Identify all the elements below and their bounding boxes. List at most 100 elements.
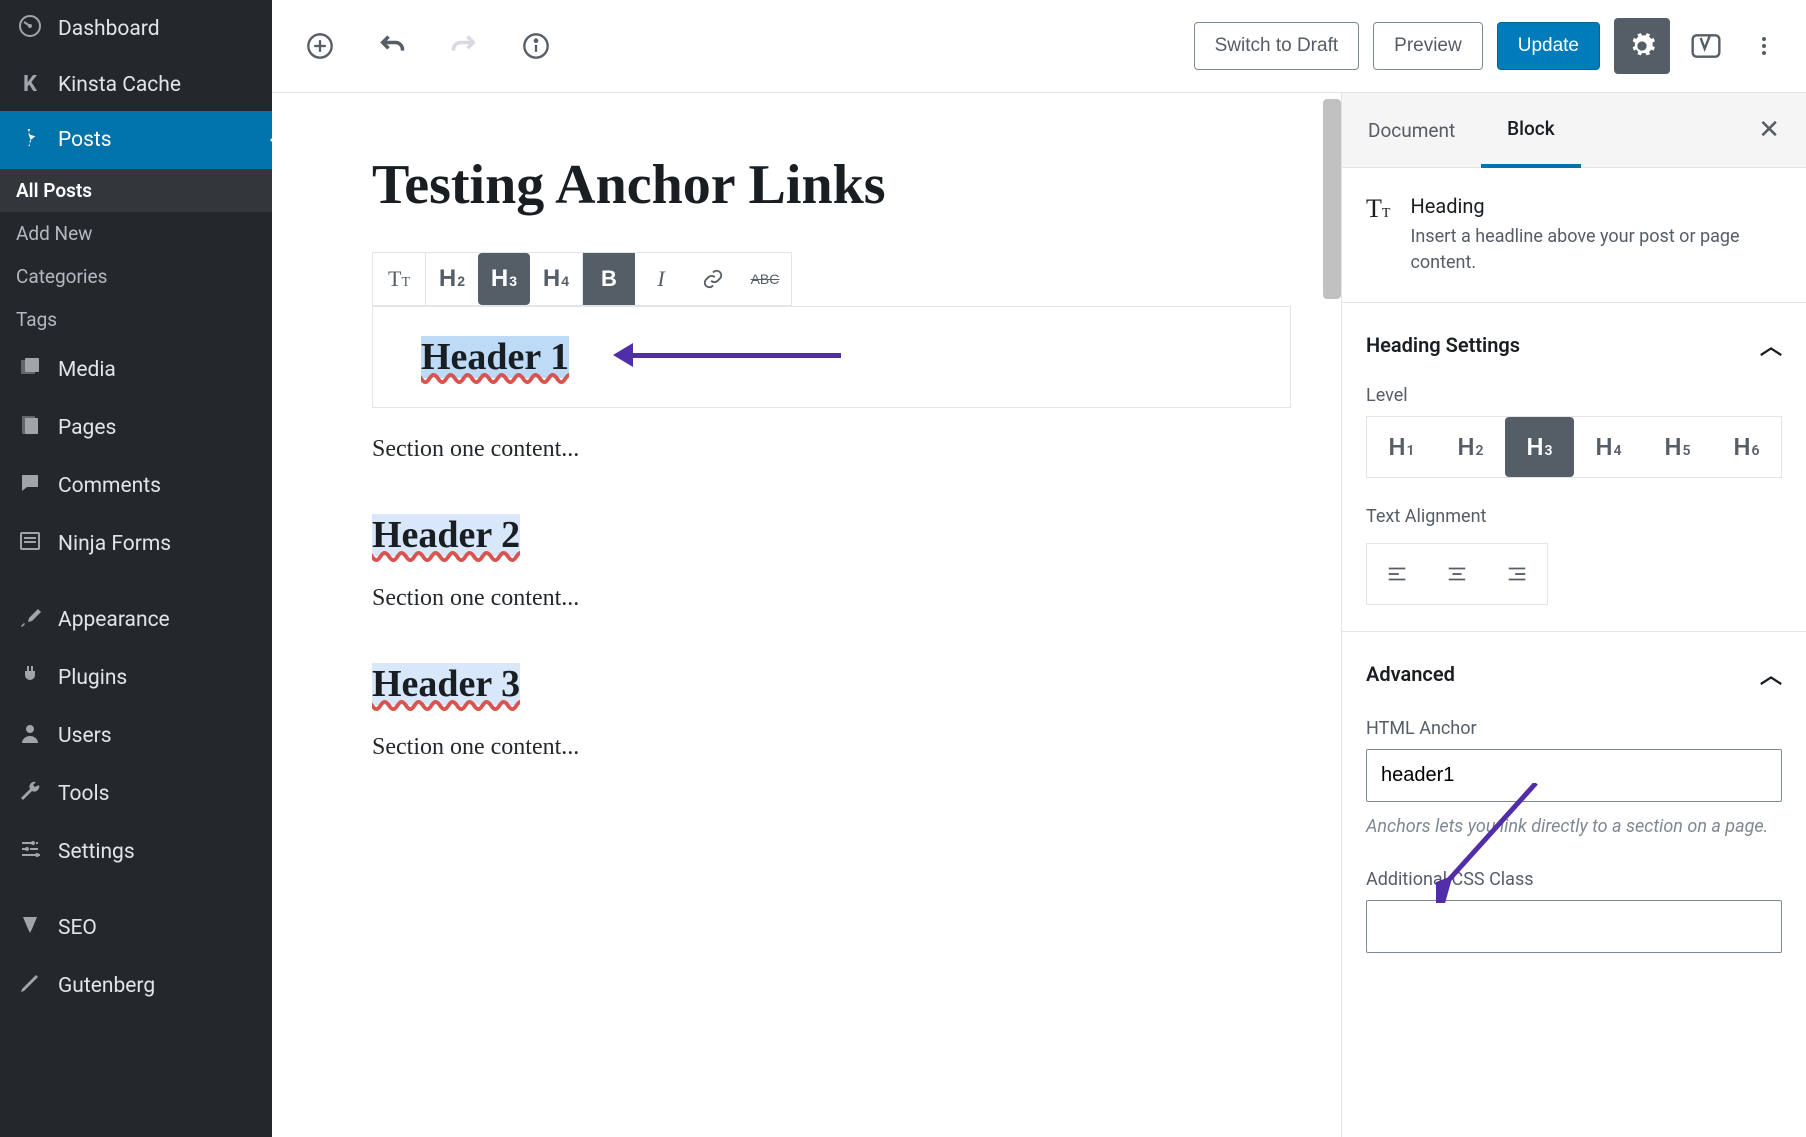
- pin-icon: [16, 125, 44, 155]
- chevron-up-icon[interactable]: ︿: [1760, 329, 1782, 361]
- yoast-sidebar-icon: [16, 913, 44, 943]
- switch-draft-button[interactable]: Switch to Draft: [1194, 22, 1360, 70]
- level-h1[interactable]: H1: [1367, 417, 1436, 477]
- menu-label: Comments: [58, 474, 161, 498]
- menu-label: Dashboard: [58, 17, 160, 41]
- italic-button[interactable]: I: [635, 253, 687, 305]
- menu-label: Media: [58, 358, 116, 382]
- annotation-arrow-1: [613, 343, 841, 367]
- heading-block-icon: TT: [1366, 194, 1390, 224]
- paragraph-block[interactable]: Section one content...: [372, 436, 1291, 463]
- level-h3[interactable]: H3: [1505, 417, 1574, 477]
- menu-label: Tools: [58, 782, 109, 806]
- tab-block[interactable]: Block: [1481, 93, 1580, 168]
- level-h2-button[interactable]: H2: [426, 253, 478, 305]
- form-icon: [16, 529, 44, 559]
- css-class-input[interactable]: [1366, 900, 1782, 953]
- submenu-all-posts[interactable]: All Posts: [0, 169, 272, 212]
- yoast-button[interactable]: [1684, 24, 1728, 68]
- alignment-buttons: [1366, 543, 1548, 605]
- menu-users[interactable]: Users: [0, 707, 272, 765]
- level-h4-button[interactable]: H4: [530, 253, 582, 305]
- sliders-icon: [16, 837, 44, 867]
- update-button[interactable]: Update: [1497, 22, 1600, 70]
- editor-canvas: Testing Anchor Links TT H2 H3 H4 B I ABC: [272, 93, 1341, 1137]
- add-block-button[interactable]: [298, 24, 342, 68]
- submenu-categories[interactable]: Categories: [0, 255, 272, 298]
- media-icon: [16, 355, 44, 385]
- content-info-button[interactable]: [514, 24, 558, 68]
- advanced-panel: Advanced ︿ HTML Anchor Anchors lets you …: [1342, 632, 1806, 979]
- menu-label: SEO: [58, 916, 97, 940]
- pages-icon: [16, 413, 44, 443]
- anchor-help-text: Anchors lets you link directly to a sect…: [1366, 814, 1782, 839]
- menu-pages[interactable]: Pages: [0, 399, 272, 457]
- chevron-up-icon[interactable]: ︿: [1760, 658, 1782, 690]
- menu-kinsta-cache[interactable]: K Kinsta Cache: [0, 58, 272, 111]
- css-class-label: Additional CSS Class: [1366, 869, 1782, 890]
- block-description: Insert a headline above your post or pag…: [1410, 224, 1782, 276]
- menu-ninja-forms[interactable]: Ninja Forms: [0, 515, 272, 573]
- anchor-label: HTML Anchor: [1366, 718, 1782, 739]
- menu-seo[interactable]: SEO: [0, 899, 272, 957]
- alignment-label: Text Alignment: [1366, 506, 1782, 527]
- level-h5[interactable]: H5: [1643, 417, 1712, 477]
- html-anchor-input[interactable]: [1366, 749, 1782, 802]
- level-h4[interactable]: H4: [1574, 417, 1643, 477]
- align-center-button[interactable]: [1427, 544, 1487, 604]
- menu-label: Kinsta Cache: [58, 73, 181, 97]
- kinsta-icon: K: [16, 72, 44, 97]
- undo-button[interactable]: [370, 24, 414, 68]
- block-toolbar: TT H2 H3 H4 B I ABC: [372, 252, 1291, 306]
- bold-button[interactable]: B: [583, 253, 635, 305]
- admin-sidebar: Dashboard K Kinsta Cache Posts All Posts…: [0, 0, 272, 1137]
- align-right-button[interactable]: [1487, 544, 1547, 604]
- menu-comments[interactable]: Comments: [0, 457, 272, 515]
- menu-label: Appearance: [58, 608, 170, 632]
- level-h2[interactable]: H2: [1436, 417, 1505, 477]
- menu-tools[interactable]: Tools: [0, 765, 272, 823]
- change-block-type-button[interactable]: TT: [373, 253, 425, 305]
- menu-posts[interactable]: Posts: [0, 111, 272, 169]
- heading-block-selected[interactable]: Header 1: [372, 306, 1291, 408]
- menu-settings[interactable]: Settings: [0, 823, 272, 881]
- heading-text-content: Header 1: [421, 336, 569, 378]
- menu-label: Pages: [58, 416, 116, 440]
- close-inspector-button[interactable]: ✕: [1732, 115, 1806, 145]
- heading-block[interactable]: Header 2: [372, 513, 1291, 557]
- menu-gutenberg[interactable]: Gutenberg: [0, 957, 272, 1015]
- heading-type-icon: TT: [388, 266, 410, 292]
- strikethrough-button[interactable]: ABC: [739, 253, 791, 305]
- paragraph-block[interactable]: Section one content...: [372, 734, 1291, 761]
- preview-button[interactable]: Preview: [1373, 22, 1483, 70]
- more-menu-button[interactable]: [1742, 24, 1786, 68]
- menu-plugins[interactable]: Plugins: [0, 649, 272, 707]
- level-h3-button[interactable]: H3: [478, 253, 530, 305]
- settings-gear-button[interactable]: [1614, 18, 1670, 74]
- submenu-tags[interactable]: Tags: [0, 298, 272, 341]
- block-title: Heading: [1410, 194, 1782, 218]
- tab-document[interactable]: Document: [1342, 95, 1481, 166]
- heading-text-content: Header 2: [372, 514, 520, 556]
- pencil-icon: [16, 971, 44, 1001]
- menu-label: Settings: [58, 840, 135, 864]
- level-h6[interactable]: H6: [1712, 417, 1781, 477]
- menu-label: Posts: [58, 128, 112, 152]
- post-title[interactable]: Testing Anchor Links: [372, 153, 1291, 217]
- heading-text-content: Header 3: [372, 663, 520, 705]
- menu-dashboard[interactable]: Dashboard: [0, 0, 272, 58]
- inspector-tabs: Document Block ✕: [1342, 93, 1806, 168]
- menu-media[interactable]: Media: [0, 341, 272, 399]
- block-inspector: Document Block ✕ TT Heading Insert a hea…: [1341, 93, 1806, 1137]
- align-left-button[interactable]: [1367, 544, 1427, 604]
- link-button[interactable]: [687, 253, 739, 305]
- heading-content[interactable]: Header 1: [421, 336, 569, 378]
- plug-icon: [16, 663, 44, 693]
- menu-appearance[interactable]: Appearance: [0, 591, 272, 649]
- scrollbar-thumb[interactable]: [1323, 99, 1341, 299]
- dashboard-icon: [16, 14, 44, 44]
- submenu-add-new[interactable]: Add New: [0, 212, 272, 255]
- redo-button[interactable]: [442, 24, 486, 68]
- heading-block[interactable]: Header 3: [372, 662, 1291, 706]
- paragraph-block[interactable]: Section one content...: [372, 585, 1291, 612]
